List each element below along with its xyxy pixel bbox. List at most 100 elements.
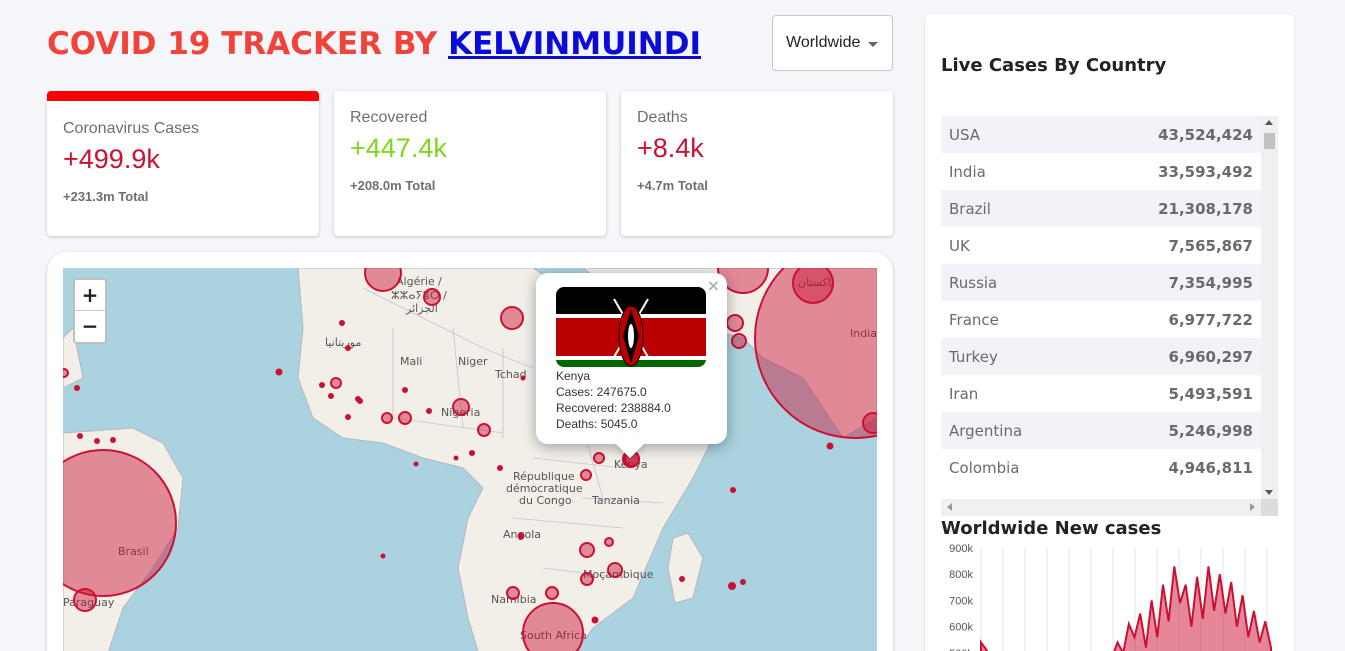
case-circle[interactable]: [330, 377, 342, 389]
country-cases: 7,565,867: [1168, 236, 1253, 255]
cases-card[interactable]: Coronavirus Cases +499.9k +231.3m Total: [47, 91, 319, 236]
case-dot[interactable]: [380, 553, 386, 559]
table-row[interactable]: Russia 7,354,995: [941, 264, 1261, 301]
case-dot[interactable]: [520, 375, 526, 381]
case-circle[interactable]: [73, 588, 97, 612]
country-cases: 43,524,424: [1158, 125, 1253, 144]
case-dot[interactable]: [426, 408, 432, 414]
country-name: Russia: [949, 273, 998, 292]
scroll-left-icon[interactable]: [947, 503, 952, 511]
case-circle[interactable]: [731, 333, 747, 349]
popup-recovered: Recovered: 238884.0: [556, 401, 671, 415]
close-icon[interactable]: ×: [707, 276, 720, 295]
case-circle[interactable]: [579, 542, 595, 558]
case-circle[interactable]: [452, 398, 470, 416]
case-dot[interactable]: [275, 368, 283, 376]
country-name: Brazil: [949, 199, 991, 218]
case-dot[interactable]: [357, 398, 363, 404]
chart-title: Worldwide New cases: [941, 518, 1162, 539]
case-dot[interactable]: [328, 393, 334, 399]
case-circle[interactable]: [792, 268, 834, 304]
deaths-card[interactable]: Deaths +8.4k +4.7m Total: [621, 91, 893, 236]
case-dot[interactable]: [740, 579, 746, 585]
table-row[interactable]: Argentina 5,246,998: [941, 412, 1261, 449]
deaths-card-total: +4.7m Total: [637, 178, 708, 193]
cases-card-total: +231.3m Total: [63, 189, 149, 204]
case-dot[interactable]: [345, 414, 351, 420]
country-name: UK: [949, 236, 970, 255]
table-row[interactable]: Colombia 4,946,811: [941, 449, 1261, 486]
case-circle[interactable]: [398, 411, 412, 425]
country-name: India: [949, 162, 986, 181]
case-dot[interactable]: [413, 461, 419, 467]
country-cases: 5,493,591: [1168, 384, 1253, 403]
case-dot[interactable]: [730, 487, 736, 493]
new-cases-chart[interactable]: 900k800k700k600k500k: [941, 542, 1278, 651]
map-basemap[interactable]: Algérie / ⵣⵣⴰⵢⴻⵔ / الجزائر موريتانيا Mal…: [63, 268, 877, 651]
case-dot[interactable]: [319, 382, 325, 388]
author-link[interactable]: KELVINMUINDI: [448, 26, 701, 62]
vertical-scrollbar[interactable]: [1261, 116, 1278, 499]
country-name: Turkey: [949, 347, 998, 366]
scroll-up-icon[interactable]: [1265, 120, 1273, 125]
table-row[interactable]: Brazil 21,308,178: [941, 190, 1261, 227]
case-circle[interactable]: [593, 452, 605, 464]
table-row[interactable]: Iran 5,493,591: [941, 375, 1261, 412]
case-dot[interactable]: [591, 616, 599, 624]
case-dot[interactable]: [339, 320, 345, 326]
table-row[interactable]: UK 7,565,867: [941, 227, 1261, 264]
country-popup: × Kenya Cases: 247675.0 Recovered: 23888…: [536, 273, 727, 459]
horizontal-scrollbar[interactable]: [941, 499, 1261, 516]
zoom-in-button[interactable]: +: [75, 280, 105, 311]
case-dot[interactable]: [679, 576, 685, 582]
case-dot[interactable]: [110, 437, 116, 443]
case-circle[interactable]: [63, 368, 69, 378]
case-dot[interactable]: [453, 455, 459, 461]
case-circle[interactable]: [381, 412, 393, 424]
case-dot[interactable]: [74, 385, 80, 391]
case-circle[interactable]: [726, 314, 744, 332]
case-circle[interactable]: [500, 306, 524, 330]
scrollbar-corner: [1261, 499, 1278, 516]
case-dot[interactable]: [517, 532, 525, 540]
case-circle[interactable]: [423, 288, 441, 306]
country-select[interactable]: Worldwide: [772, 15, 893, 71]
table-row[interactable]: France 6,977,722: [941, 301, 1261, 338]
case-dot[interactable]: [826, 442, 834, 450]
case-circle[interactable]: [545, 586, 559, 600]
country-cases: 6,960,297: [1168, 347, 1253, 366]
y-tick-label: 600k: [949, 622, 973, 634]
case-dot[interactable]: [94, 438, 100, 444]
case-circle[interactable]: [604, 537, 614, 547]
popup-country: Kenya: [556, 369, 591, 383]
case-dot[interactable]: [497, 465, 503, 471]
world-map[interactable]: Algérie / ⵣⵣⴰⵢⴻⵔ / الجزائر موريتانيا Mal…: [63, 268, 877, 651]
case-circle[interactable]: [862, 412, 877, 434]
case-circle[interactable]: [580, 469, 592, 481]
country-table[interactable]: USA 43,524,424 India 33,593,492 Brazil 21,3…: [941, 116, 1278, 516]
case-dot[interactable]: [345, 345, 351, 351]
table-row[interactable]: India 33,593,492: [941, 153, 1261, 190]
zoom-out-button[interactable]: −: [75, 311, 105, 342]
case-circle[interactable]: [477, 423, 491, 437]
y-tick-label: 900k: [949, 543, 973, 555]
case-circle[interactable]: [607, 562, 623, 578]
scroll-thumb[interactable]: [1264, 133, 1275, 149]
case-dot[interactable]: [469, 450, 475, 456]
y-tick-label: 700k: [949, 595, 973, 607]
case-circle[interactable]: [506, 586, 520, 600]
scroll-down-icon[interactable]: [1265, 490, 1273, 495]
table-row[interactable]: USA 43,524,424: [941, 116, 1261, 153]
case-dot[interactable]: [402, 387, 408, 393]
table-row[interactable]: Turkey 6,960,297: [941, 338, 1261, 375]
case-circle[interactable]: [522, 602, 584, 651]
country-name: USA: [949, 125, 981, 144]
y-tick-label: 800k: [949, 569, 973, 581]
case-dot[interactable]: [77, 433, 83, 439]
case-dot[interactable]: [728, 582, 736, 590]
recovered-card-total: +208.0m Total: [350, 178, 436, 193]
case-circle[interactable]: [580, 572, 594, 586]
scroll-right-icon[interactable]: [1250, 503, 1255, 511]
recovered-card[interactable]: Recovered +447.4k +208.0m Total: [334, 91, 606, 236]
country-name: France: [949, 310, 999, 329]
